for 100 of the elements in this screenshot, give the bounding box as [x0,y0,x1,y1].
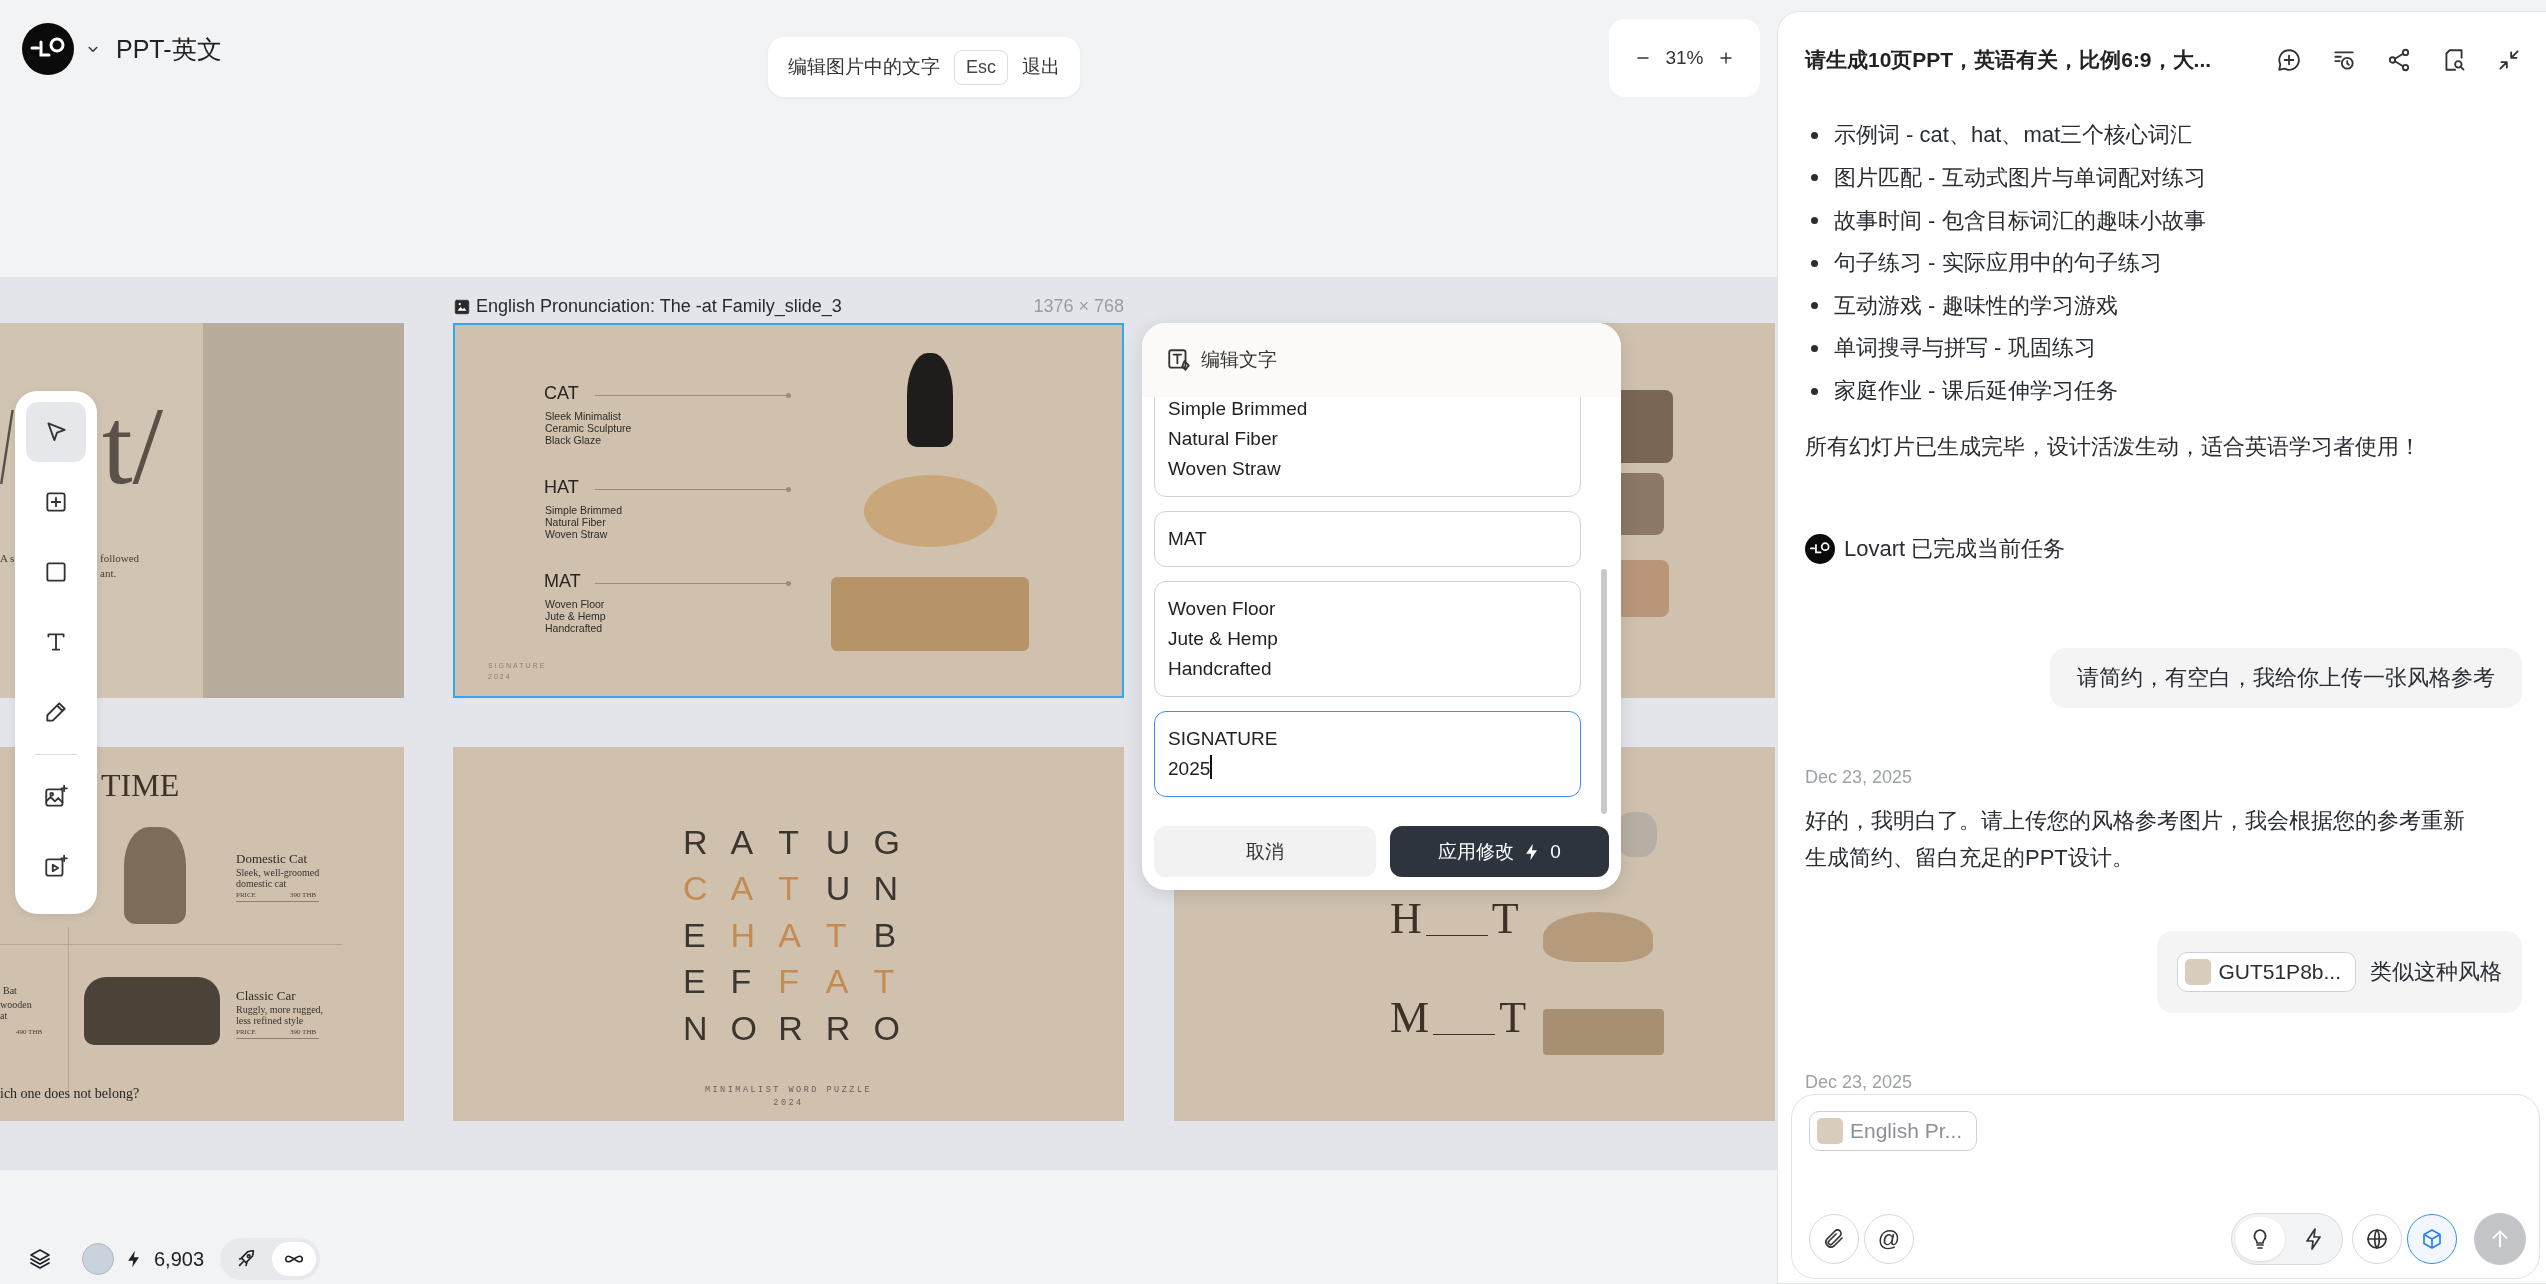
image-thumbnail [1817,1118,1843,1144]
logo-icon[interactable] [1805,534,1835,565]
slide-text: followed [100,552,140,565]
puzzle-letter: U [825,821,852,863]
popup-title: 编辑文字 [1201,348,1277,372]
puzzle-letter: B [873,914,898,956]
tool-button[interactable] [26,402,86,462]
cancel-button[interactable]: 取消 [1154,826,1376,877]
attach-button[interactable] [1809,1214,1859,1264]
list-item: 互动游戏 - 趣味性的学习游戏 [1834,291,2118,320]
product-name: HAT [544,477,579,498]
puzzle-letter: R [778,1007,804,1049]
word-letter: M [1390,996,1430,1040]
keyboard-key: Esc [954,49,1008,85]
puzzle-letter: T [778,868,800,910]
text-field[interactable]: Woven Floor Jute & Hemp Handcrafted [1154,581,1581,697]
chat-title: 请生成10页PPT，英语有关，比例6:9，大... [1805,47,2213,73]
text-field[interactable]: MAT [1154,511,1581,567]
bullet-icon [1811,387,1818,395]
puzzle-letter: G [873,821,901,863]
bullet-icon [1811,217,1818,225]
text-cursor [1210,755,1213,779]
apply-button[interactable]: 应用修改 0 [1390,826,1609,877]
product-text: Bat [3,985,17,996]
chat-plus-icon[interactable] [2276,47,2302,73]
slide-text: ant. [100,567,117,580]
product-description: Sleek, well-groomed domestic cat [236,867,320,889]
product-details: Woven Floor Jute & Hemp Handcrafted [545,598,606,634]
slide-year: 2024 [772,1097,805,1110]
list-item: 图片匹配 - 互动式图片与单词配对练习 [1834,163,2206,192]
text-field[interactable]: SIGNATURE 2025 [1154,711,1581,797]
slide-title: / [0,391,14,501]
cost-value: 0 [1550,840,1561,863]
zoom-value: 31% [1665,47,1704,69]
slide[interactable]: R A T U G C A T U N E H A T B E F F A T N O R R O MINIMALIST WORD PUZZLE 2024 [453,747,1124,1121]
scrollbar-thumb[interactable] [1601,569,1607,814]
layers-icon[interactable] [28,1247,52,1271]
puzzle-letter: T [873,961,896,1003]
product-details: Sleek Minimalist Ceramic Sculpture Black Glaze [545,410,632,446]
paperclip-icon [1822,1227,1846,1251]
list-item: 单词搜寻与拼写 - 巩固练习 [1834,334,2096,363]
product-description: Ruggly, more rugged, less refined style [236,1004,324,1026]
assistant-message: 好的，我明白了。请上传您的风格参考图片，我会根据您的参考重新生成简约、留白充足的PPT设计。 [1805,807,2466,872]
credits-count: 6,903 [154,1247,205,1271]
banner-text: 编辑图片中的文字 [788,55,940,79]
text-field[interactable]: Simple Brimmed Natural Fiber Woven Straw [1154,397,1581,497]
list-item: 故事时间 - 包含目标词汇的趣味小故事 [1834,206,2206,235]
list-item: 示例词 - cat、hat、mat三个核心词汇 [1834,121,2193,150]
puzzle-letter: T [778,821,800,863]
slide-name: English Pronunciation: The -at Family_slide_3 [476,296,842,317]
mention-button[interactable]: @ [1864,1214,1914,1264]
image-thumbnail [2185,959,2212,985]
image-attachment-chip[interactable]: GUT51P8b... [2177,952,2356,992]
video-plus-icon [43,854,69,880]
agent-mode-button[interactable] [2407,1214,2457,1264]
puzzle-letter: U [825,868,852,910]
square-icon [43,559,69,585]
exit-link[interactable]: 退出 [1022,54,1060,80]
bullet-icon [1811,174,1818,182]
bullet-icon [1811,302,1818,310]
collapse-icon[interactable] [2496,47,2522,73]
slide-question: ich one does not belong? [0,1086,140,1102]
puzzle-letter: N [873,868,899,910]
word-letter: T [1491,897,1519,941]
puzzle-letter: E [683,961,707,1003]
puzzle-letter: R [683,821,709,863]
product-name: MAT [544,571,581,592]
product-name: CAT [544,383,579,404]
message-date: Dec 23, 2025 [1805,1071,1914,1094]
web-search-button[interactable] [2352,1214,2402,1264]
puzzle-letter: A [778,914,802,956]
puzzle-letter: F [730,961,753,1003]
message-input[interactable]: English Pr... @ [1791,1094,2540,1279]
slide-title: t/ [102,391,164,501]
product-details: Simple Brimmed Natural Fiber Woven Straw [545,504,623,540]
puzzle-letter: A [825,961,850,1003]
plus-square-icon [43,489,69,515]
list-item: 句子练习 - 实际应用中的句子练习 [1834,249,2162,278]
product-text: wooden [0,999,32,1010]
slide-text: A s [0,552,15,565]
mode-button[interactable] [2235,1217,2285,1261]
logo-icon[interactable] [22,23,74,75]
pen-icon [43,699,69,725]
puzzle-letter: H [730,914,757,956]
blank-line [1433,1034,1496,1035]
message-text: 所有幻灯片已生成完毕，设计活泼生动，适合英语学习者使用！ [1805,433,2422,462]
puzzle-letter: O [873,1007,901,1049]
word-letter: T [1499,996,1526,1040]
project-title[interactable]: PPT-英文 [116,32,222,66]
slide-caption: MINIMALIST WORD PUZZLE [703,1084,874,1097]
cube-icon [2420,1227,2444,1251]
puzzle-letter: A [730,821,755,863]
puzzle-letter: F [778,961,800,1003]
mode-button[interactable] [272,1242,317,1276]
puzzle-letter: O [730,1007,759,1049]
puzzle-letter: T [825,914,848,956]
share-icon[interactable] [2386,47,2412,73]
user-message: 请简约，有空白，我给你上传一张风格参考 [2050,648,2522,708]
puzzle-letter: R [825,1007,852,1049]
bullet-icon [1811,259,1818,267]
